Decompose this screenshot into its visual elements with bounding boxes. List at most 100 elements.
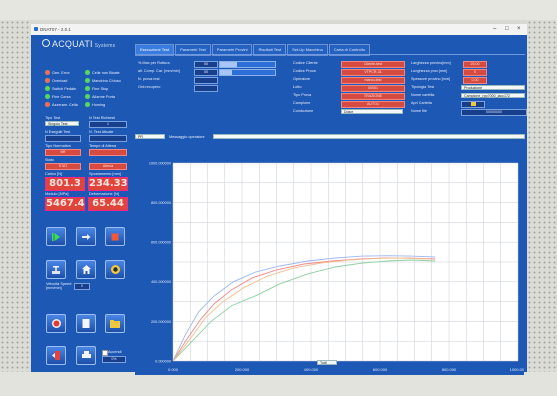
status-lamp-label: Homing [92, 102, 106, 107]
spostamento-label: Spostamento [mm] [89, 172, 121, 176]
exit-button[interactable] [46, 346, 66, 365]
speed-unit-label: [mm/min] [46, 286, 62, 290]
tempo-label: Tempo di Attesa [89, 144, 117, 148]
param-label: N. prova test [138, 77, 160, 81]
carico-value: 801.3 [45, 177, 85, 191]
tipo-normativa-field: BR [45, 149, 81, 156]
x-tick-label: 800.000 [442, 367, 457, 372]
right-param-field[interactable]: 0.00 [463, 76, 487, 84]
status-lamp [45, 86, 50, 91]
right-param-field[interactable]: 00000000 [461, 108, 527, 116]
print-button[interactable] [76, 346, 96, 365]
stato-field: STAT [45, 163, 81, 170]
message-type-select[interactable]: PR [135, 134, 165, 139]
status-lamp-label: Azzeram. Cella [52, 102, 78, 107]
right-param-label: Nome cartella [411, 93, 435, 97]
document-icon [77, 315, 95, 332]
right-param-label: Spessore provino [mm] [411, 77, 451, 81]
folder-button[interactable] [105, 314, 125, 333]
right-param-field[interactable]: marco-test [341, 76, 405, 84]
n-test-field[interactable]: 1 [89, 121, 127, 128]
document-button[interactable] [76, 314, 96, 333]
monitor-bezel-top [0, 0, 557, 20]
tipo-test-select[interactable]: Singolo Test [45, 121, 79, 126]
n-eseguiti-field [45, 135, 81, 142]
status-lamp [45, 78, 50, 83]
status-lamp-label: Mandrino Chiuso [92, 78, 121, 83]
right-param-field[interactable]: Cliente-test [341, 60, 405, 68]
right-param-label: Lotto [293, 85, 302, 89]
n-eseguiti-label: N Eseguiti Test [45, 130, 71, 134]
open-folder-button[interactable] [461, 100, 485, 108]
y-tick-label: 1000.000000 [149, 161, 171, 165]
speaker-grille-left [0, 20, 30, 372]
right-param-label: Operatore [293, 77, 311, 81]
start-button[interactable] [46, 227, 66, 246]
status-lamp [45, 102, 50, 107]
message-label: Messaggio operatore [169, 135, 205, 139]
param-field[interactable]: 55 [194, 68, 218, 76]
brand-logo: ACQUATI Systems [52, 39, 115, 49]
carico-label: Carico [N] [45, 172, 62, 176]
conduzione-select[interactable]: Dolce [341, 108, 403, 114]
param-label: % Max per Rottura [138, 61, 170, 65]
home-icon [77, 261, 95, 278]
machine-button[interactable] [46, 260, 66, 279]
app-window: DNAT07 - 2.0.1 – □ × ACQUATI Systems Esec… [31, 24, 527, 375]
speaker-grille-right [527, 20, 557, 372]
x-tick-label: 0.000 [168, 367, 179, 372]
close-button[interactable]: × [517, 26, 521, 32]
param-field[interactable]: 55 [194, 60, 218, 68]
folder-icon [106, 315, 124, 332]
x-tick-label: 1000.000 [510, 367, 524, 372]
tab-underline [135, 54, 525, 55]
param-field[interactable] [194, 76, 218, 84]
y-tick-label: 0.000000 [155, 359, 171, 363]
load-displacement-chart: 0.000 200.000 400.000 600.000 800.000 1000.00… [135, 161, 527, 375]
minimize-button[interactable]: – [493, 26, 496, 32]
right-param-field[interactable]: 00001 [341, 84, 405, 92]
right-param-field[interactable]: VTPCR-31 [341, 68, 405, 76]
right-param-label: Lunghezza prov.[mm] [411, 69, 448, 73]
right-param-field[interactable]: AUTO1 [341, 100, 405, 108]
maximize-button[interactable]: □ [505, 26, 509, 32]
y-tick-label: 200.000000 [151, 320, 171, 324]
right-param-field[interactable]: TRAZIONE [341, 92, 405, 100]
right-param-field[interactable]: Produzione [461, 84, 525, 90]
exit-door-icon [47, 347, 65, 364]
deformazione-label: Deformazione [%] [89, 192, 120, 196]
param-field[interactable] [194, 84, 218, 92]
status-lamp [45, 94, 50, 99]
status-lamp [85, 94, 90, 99]
right-param-field[interactable]: 25.00 [463, 60, 487, 68]
gauge-button[interactable] [105, 260, 125, 279]
speed-field[interactable]: 0 [74, 283, 90, 290]
stop-button[interactable] [105, 227, 125, 246]
right-param-label: Larghezza provino[mm] [411, 61, 451, 65]
stato-label: Stato [45, 158, 54, 162]
tipo-normativa-label: Tipo Normativa [45, 144, 71, 148]
right-param-label: Codice Prova [293, 69, 316, 73]
home-button[interactable] [76, 260, 96, 279]
y-tick-label: 800.000000 [151, 201, 171, 205]
app-icon [34, 27, 38, 31]
brand-name: ACQUATI [52, 39, 93, 49]
message-input[interactable] [213, 134, 525, 139]
status-lamp-label: Switch Pedale [52, 86, 77, 91]
print-icon [77, 347, 95, 364]
status-lamp [85, 70, 90, 75]
status-lamp-label: Fine Stop [92, 86, 109, 91]
right-param-label: Conduzione [293, 109, 314, 113]
x-tick-label: 200.000 [235, 367, 250, 372]
zoom-select[interactable]: Tutti [317, 360, 337, 365]
return-button[interactable] [76, 227, 96, 246]
brand-logo-icon [42, 39, 50, 47]
status-lamp-label: Gen. Error [52, 70, 70, 75]
right-param-field[interactable]: 0 [463, 68, 487, 76]
right-param-field[interactable]: Campione_rpp7000_lacc172 [461, 92, 525, 98]
window-title: DNAT07 - 2.0.1 [40, 27, 71, 32]
gauge-icon [106, 261, 124, 278]
title-bar: DNAT07 - 2.0.1 – □ × [31, 24, 527, 35]
record-button[interactable] [46, 314, 66, 333]
n-test-attuale-field [89, 135, 127, 142]
